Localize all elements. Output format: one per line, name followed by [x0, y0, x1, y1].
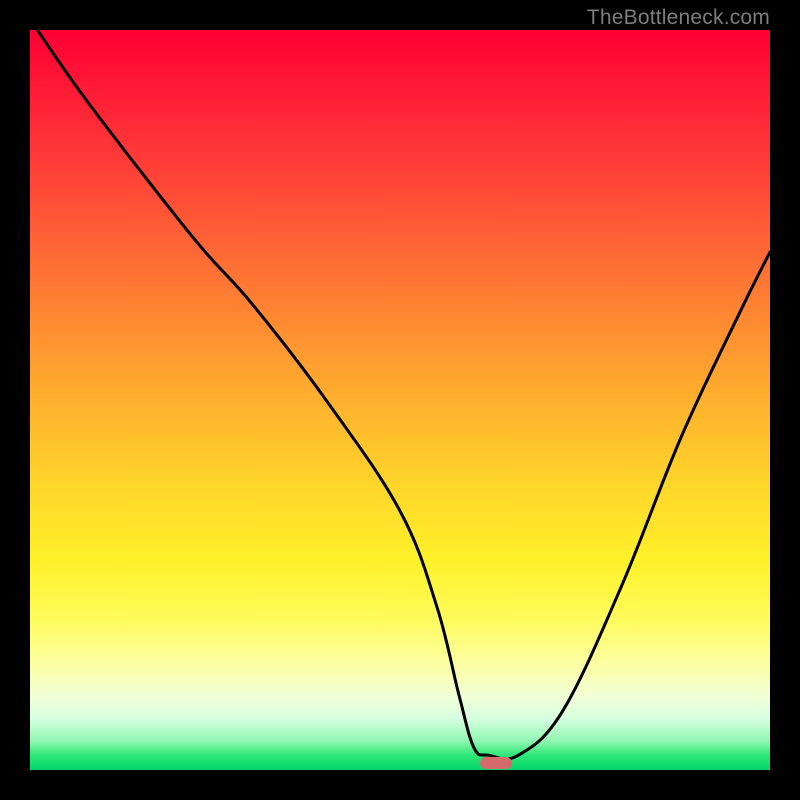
optimal-marker [480, 757, 512, 769]
chart-frame: TheBottleneck.com [0, 0, 800, 800]
watermark-text: TheBottleneck.com [587, 6, 770, 30]
bottleneck-curve [30, 30, 770, 770]
curve-line [37, 30, 770, 759]
